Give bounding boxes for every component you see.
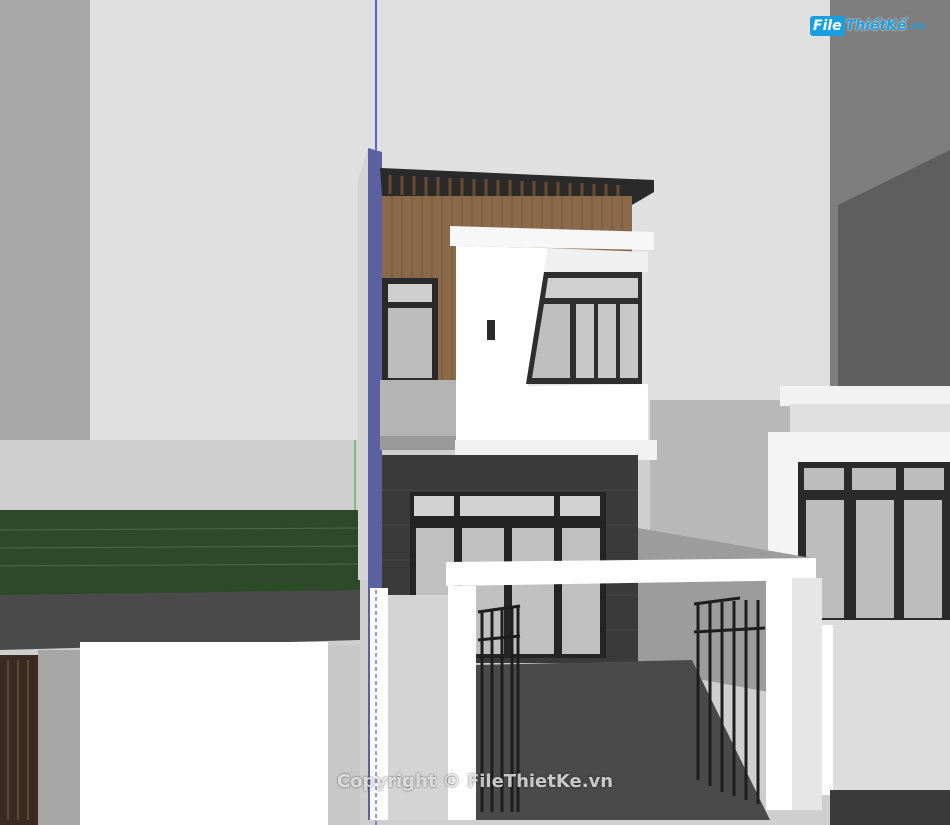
- wall-light: [487, 320, 495, 340]
- logo-thietke: ThiếtKế: [845, 18, 907, 34]
- logo-tld: .vn: [907, 20, 925, 32]
- left-wooden-gate: [0, 655, 40, 825]
- white-frame-lower: [518, 384, 648, 442]
- road-left: [0, 590, 360, 650]
- house-3d-model-render: [0, 0, 950, 825]
- hedge: [0, 510, 360, 595]
- left-pillar: [38, 650, 80, 825]
- right-neighbour-cornice: [780, 386, 950, 406]
- sketchup-viewport[interactable]: File ThiếtKế .vn Copyright © FileThietKe…: [0, 0, 950, 825]
- left-neighbour-wall: [80, 642, 328, 825]
- filethietke-logo: File ThiếtKế .vn: [810, 12, 925, 40]
- logo-file: File: [810, 16, 845, 36]
- copyright-watermark: Copyright © FileThietKe.vn: [336, 771, 614, 792]
- balcony-concrete-parapet: [380, 380, 456, 436]
- right-neighbour-lower-wall: [815, 620, 950, 790]
- left-wall-side: [328, 645, 360, 825]
